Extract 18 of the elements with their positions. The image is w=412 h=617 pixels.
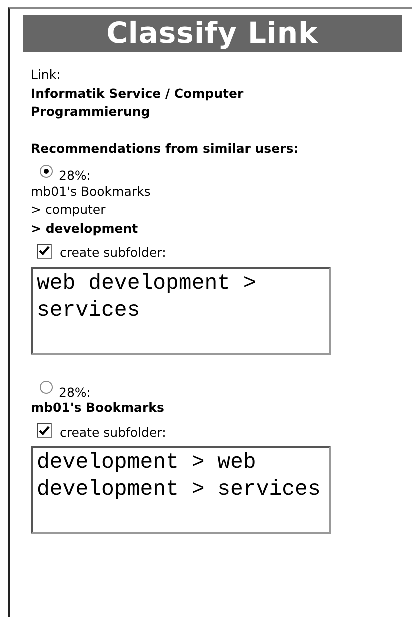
link-title: Informatik Service / Computer Programmierung (31, 84, 245, 121)
checkbox-label: create subfolder: (60, 244, 166, 262)
folder-path: mb01's Bookmarks (31, 399, 166, 417)
radio-button[interactable] (40, 381, 53, 394)
subfolder-field[interactable]: development > web development > services (31, 446, 331, 534)
percentage: 28%: (59, 167, 91, 185)
radio-button[interactable] (40, 164, 53, 178)
folder-path: > computer (31, 201, 107, 219)
link-label: Link: (31, 66, 62, 84)
folder-path: > development (31, 220, 140, 238)
checkbox[interactable] (37, 423, 52, 438)
page-title: Classify Link (23, 15, 402, 52)
section-heading: Recommendations from similar users: (31, 140, 300, 158)
checkbox[interactable] (37, 244, 52, 258)
folder-path: mb01's Bookmarks (31, 182, 152, 200)
percentage: 28%: (59, 384, 91, 402)
checkbox-label: create subfolder: (60, 424, 166, 442)
subfolder-field[interactable]: web development > services (31, 266, 331, 354)
